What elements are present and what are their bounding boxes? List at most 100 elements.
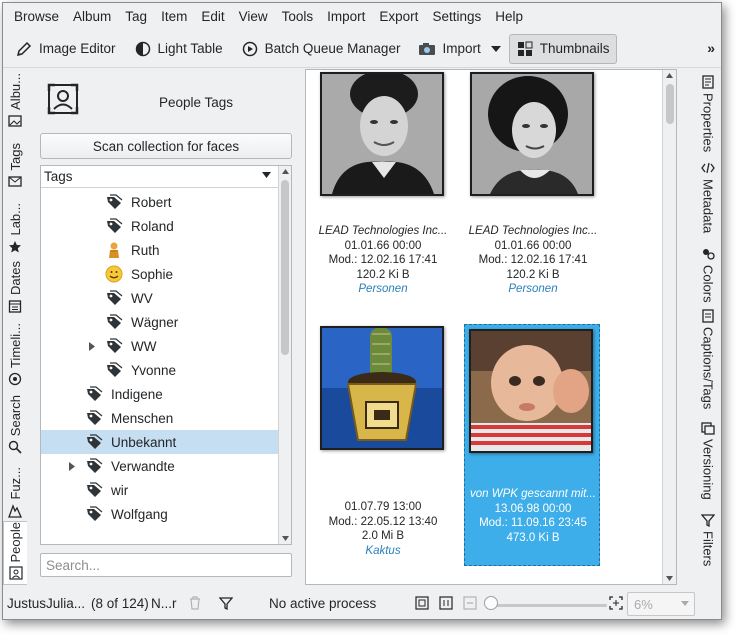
tree-row-menschen[interactable]: Menschen [41,406,279,430]
panel-title: People Tags [159,95,234,110]
tree-row-wolfgang[interactable]: Wolfgang [41,502,279,526]
import-dropdown-arrow-icon[interactable] [489,42,503,56]
calendar-icon [8,300,22,313]
code-icon [701,162,715,174]
tab-metadata[interactable]: Metadata [695,161,721,233]
menu-item[interactable]: Item [154,3,194,30]
zoom-level-combo[interactable]: 6% [627,592,695,616]
people-tag-tree[interactable]: Tags Robert Roland Ruth Sophie WV Wägner WW Yvo… [40,165,292,545]
tab-colors[interactable]: Colors [695,247,721,303]
menu-settings[interactable]: Settings [425,3,488,30]
tab-tags[interactable]: Tags [3,143,27,197]
tree-row-ruth[interactable]: Ruth [41,238,279,262]
photo-baby [469,329,593,453]
tree-row-wv[interactable]: WV [41,286,279,310]
thumbnail-info: von WPK gescannt mit... 13.06.98 00:00 M… [465,487,601,545]
face-tag-icon [8,566,23,581]
tree-row-wir[interactable]: wir [41,478,279,502]
expand-arrow-icon[interactable] [67,461,77,471]
tree-header-label: Tags [44,169,73,184]
menu-edit[interactable]: Edit [194,3,231,30]
tree-scrollbar[interactable] [278,166,291,544]
clock-icon [8,372,22,386]
tree-row-robert[interactable]: Robert [41,190,279,214]
thumbnail-item[interactable]: LEAD Technologies Inc... 01.01.66 00:00 … [310,70,447,308]
toolbar-overflow-button[interactable]: » [707,40,715,56]
tree-row-label: Menschen [111,410,174,426]
tab-fuzzy-search[interactable]: Fuz... [3,467,27,519]
thumbnail-tag-link[interactable]: Personen [310,282,456,297]
zoom-slider-track[interactable] [491,604,607,607]
filter-status-icon[interactable] [219,596,233,610]
menu-export[interactable]: Export [372,3,425,30]
star-icon [9,240,21,253]
menu-import[interactable]: Import [320,3,372,30]
trash-icon[interactable] [189,596,201,610]
tree-row-label: Robert [131,194,172,210]
tag-icon [105,361,123,379]
zoom-slider-handle[interactable] [484,596,498,610]
tab-properties[interactable]: Properties [695,75,721,152]
tab-people[interactable]: People [3,521,27,585]
menu-view[interactable]: View [232,3,275,30]
image-editor-button[interactable]: Image Editor [9,34,122,64]
menu-album[interactable]: Album [66,3,118,30]
scroll-down-icon [666,576,673,581]
tree-row-wägner[interactable]: Wägner [41,310,279,334]
thumbnail-item[interactable]: 01.07.79 13:00 Mod.: 22.05.12 13:40 2.0 … [310,322,446,562]
menu-browse[interactable]: Browse [7,3,66,30]
thumbnail-tag-link[interactable]: Personen [460,282,606,297]
tree-row-ww[interactable]: WW [41,334,279,358]
menu-help[interactable]: Help [488,3,530,30]
tab-albums[interactable]: Albu... [3,73,27,137]
tree-row-roland[interactable]: Roland [41,214,279,238]
tree-header[interactable]: Tags [41,166,279,188]
person-avatar-icon [105,241,123,259]
tree-row-label: Yvonne [131,362,177,378]
grid-scrollbar[interactable] [662,70,676,584]
menu-tag[interactable]: Tag [118,3,154,30]
tab-labels[interactable]: Lab... [3,203,27,255]
zoom-100-icon[interactable] [439,596,453,610]
tree-row-unbekannt[interactable]: Unbekannt [41,430,279,454]
thumbnail-tag-link[interactable]: Kaktus [310,544,456,559]
fuzzy-search-icon [8,503,22,518]
zoom-in-icon[interactable] [609,596,623,610]
thumbnails-button[interactable]: Thumbnails [508,33,617,64]
photo-portrait-woman [470,72,594,196]
scan-collection-button[interactable]: Scan collection for faces [40,133,292,159]
grid-scroll-thumb[interactable] [666,84,674,124]
import-label: Import [442,41,481,56]
thumbnail-date: 13.06.98 00:00 [494,502,572,515]
tree-row-indigene[interactable]: Indigene [41,382,279,406]
tab-timeline[interactable]: Timeli... [3,323,27,387]
sort-arrow-icon [262,172,271,178]
tab-captions-tags[interactable]: Captions/Tags [695,309,721,409]
tree-row-label: Sophie [131,266,174,282]
tab-filters[interactable]: Filters [695,513,721,566]
thumbnail-item-selected[interactable]: von WPK gescannt mit... 13.06.98 00:00 M… [464,324,600,566]
tab-dates[interactable]: Dates [3,261,27,317]
zoom-fit-icon[interactable] [415,596,429,610]
tag-icon [105,313,123,331]
tag-search-input[interactable]: Search... [40,553,292,577]
tab-search[interactable]: Search [3,395,27,459]
tree-row-yvonne[interactable]: Yvonne [41,358,279,382]
thumbnail-item[interactable]: LEAD Technologies Inc... 01.01.66 00:00 … [460,70,597,308]
tree-row-verwandte[interactable]: Verwandte [41,454,279,478]
expand-arrow-icon[interactable] [87,341,97,351]
thumbnail-size: 120.2 Ki B [506,268,560,281]
tree-row-sophie[interactable]: Sophie [41,262,279,286]
tab-captions-label: Captions/Tags [700,327,716,410]
batch-queue-icon [241,40,259,58]
batch-queue-manager-button[interactable]: Batch Queue Manager [235,34,407,64]
zoom-out-icon[interactable] [463,596,477,610]
import-button[interactable]: Import [412,34,486,64]
tag-icon [85,433,103,451]
tree-scroll-thumb[interactable] [281,180,289,355]
thumbnail-grid[interactable]: LEAD Technologies Inc... 01.01.66 00:00 … [305,69,677,585]
thumbnail-modified: Mod.: 12.02.16 17:41 [478,254,588,266]
menu-tools[interactable]: Tools [275,3,321,30]
tab-versioning[interactable]: Versioning [695,421,721,500]
light-table-button[interactable]: Light Table [128,34,229,64]
